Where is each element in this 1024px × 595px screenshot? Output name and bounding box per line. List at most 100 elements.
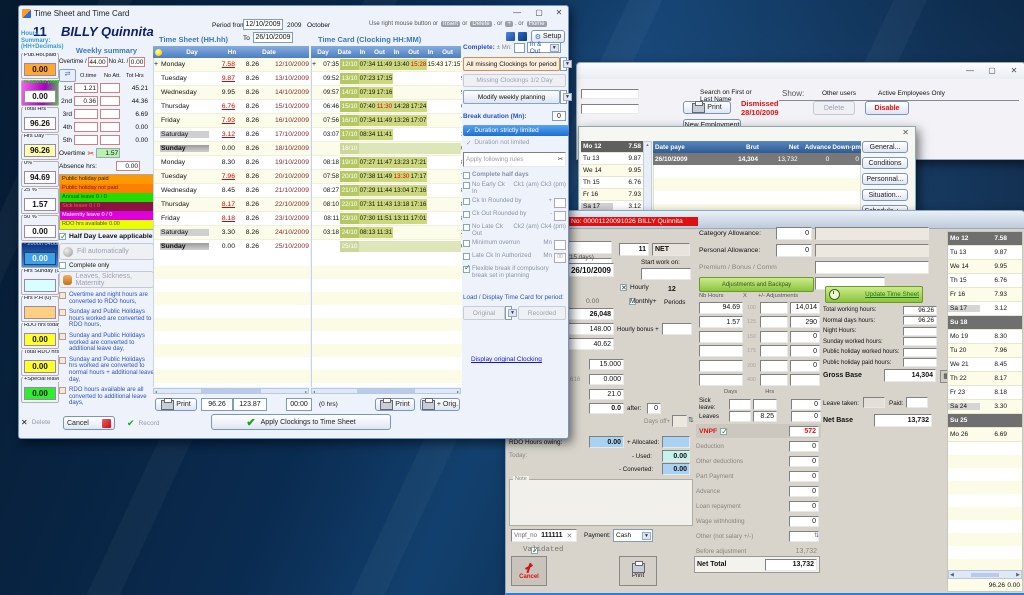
print-card-button[interactable]: Print <box>375 398 415 411</box>
side-button[interactable]: Conditions <box>862 157 908 169</box>
rule-checkbox[interactable] <box>463 240 470 247</box>
clocking-cell[interactable] <box>376 241 393 252</box>
rule-row[interactable]: Minimum overrun Mn <box>463 240 566 250</box>
rule-row[interactable]: Ck Out Rounded by - <box>463 211 566 221</box>
sick-days-field[interactable] <box>729 399 751 410</box>
rule-checkbox[interactable] <box>463 211 470 218</box>
adjust-input[interactable] <box>760 302 788 314</box>
clocking-cell[interactable] <box>410 87 427 98</box>
clocking-cell[interactable] <box>444 157 461 168</box>
deduction-row[interactable]: Deduction 0 <box>696 439 819 454</box>
option-checkbox[interactable] <box>59 357 66 364</box>
bulb-icon[interactable] <box>155 49 162 56</box>
day-row[interactable]: We 21 8.45 <box>948 358 1022 372</box>
rule-row[interactable]: No Early Ck In Ck1 (am) Ck3 (pm) <box>463 182 566 195</box>
sheet-row[interactable]: Thursday 8.17 8.26 22/10/2009 <box>154 198 310 212</box>
field-0000[interactable]: 0.000 <box>589 374 624 385</box>
day-row[interactable]: Su 18 <box>948 316 1022 330</box>
deduction-row[interactable]: Other (not salary +/-) <box>696 529 819 544</box>
clocking-cell[interactable]: 07:34 <box>359 115 376 126</box>
clocking-cell[interactable]: 11:49 <box>376 115 393 126</box>
day-row[interactable]: Mo 12 7.58 <box>948 232 1022 246</box>
adjust-input[interactable] <box>760 316 788 328</box>
clocking-cell[interactable]: 14:28 <box>393 101 410 112</box>
clocking-cell[interactable]: 11:49 <box>376 59 393 70</box>
nb-hours-row[interactable]: 400 <box>699 374 821 387</box>
rule-value-box[interactable] <box>554 198 566 208</box>
hours-field[interactable] <box>699 345 743 357</box>
day-row[interactable]: Tu 13 9.87 <box>948 246 1022 260</box>
sheet-row[interactable]: Wednesday 8.45 8.26 21/10/2009 <box>154 184 310 198</box>
clocking-cell[interactable]: 17:16 <box>376 87 393 98</box>
option-checkbox[interactable] <box>59 387 66 394</box>
noatt-field[interactable] <box>100 83 120 93</box>
clocking-cell[interactable]: 17:21 <box>410 157 427 168</box>
sick-hrs-field[interactable] <box>753 399 777 410</box>
day-hours[interactable]: 3.30 <box>209 229 235 236</box>
day-row[interactable]: We 14 9.95 <box>948 260 1022 274</box>
adjust-input[interactable] <box>760 374 788 386</box>
vnpf-no-field[interactable]: Vnpf_no 111111 ✕ <box>511 529 577 542</box>
rule-checkbox[interactable] <box>463 266 470 273</box>
day-row[interactable]: Mo 12 7.58 <box>581 141 643 153</box>
day-hours[interactable]: 8.18 <box>209 215 235 222</box>
clocking-cell[interactable] <box>427 73 444 84</box>
adjustments-button[interactable]: Adjustments and Backpay <box>699 277 814 292</box>
clocking-cell[interactable] <box>427 241 444 252</box>
clocking-cell[interactable]: 15:28 <box>410 59 427 70</box>
otime-field[interactable]: 1.21 <box>74 83 98 93</box>
disable-button[interactable]: Disable <box>865 101 909 115</box>
otime-field[interactable]: 0.36 <box>74 96 98 106</box>
conversion-option[interactable]: Sunday and Public Holidays worked are co… <box>59 333 154 353</box>
day-hours[interactable]: 9.95 <box>209 89 235 96</box>
deduction-row[interactable]: Advance 0 <box>696 484 819 499</box>
noatt-field[interactable] <box>100 96 120 106</box>
option-checkbox[interactable] <box>59 333 66 340</box>
cancel-button[interactable]: Cancel <box>63 416 115 430</box>
card-row[interactable]: 08:27 21/10 07:2911:4413:0417:16 8.45 <box>312 184 462 198</box>
close-icon[interactable]: ✕ <box>552 8 566 17</box>
day-row[interactable]: Tu 20 7.96 <box>948 344 1022 358</box>
col-advance[interactable]: Advance <box>799 144 831 151</box>
card-row[interactable]: 09:52 13/10 07:2317:15 9.87 <box>312 72 462 86</box>
rule-value-box[interactable] <box>554 240 566 250</box>
hours-field[interactable] <box>699 360 743 372</box>
update-timesheet-button[interactable]: Update Time Sheet <box>825 286 923 303</box>
orig-button[interactable]: + Orig. <box>420 398 460 411</box>
clocking-cell[interactable] <box>427 87 444 98</box>
clocking-cell[interactable] <box>444 185 461 196</box>
card-row[interactable]: 07:56 16/10 07:3411:4913:2617:07 7.93 <box>312 114 462 128</box>
clocking-cell[interactable]: 13:30 <box>393 171 410 182</box>
clocking-cell[interactable]: 17:15 <box>376 73 393 84</box>
clocking-cell[interactable]: 13:26 <box>393 115 410 126</box>
mn-field[interactable] <box>514 43 525 53</box>
day-row[interactable]: Fr 23 8.18 <box>948 386 1022 400</box>
close-icon[interactable]: ✕ <box>1007 66 1021 75</box>
day-row[interactable]: Sa 24 3.30 <box>948 400 1022 414</box>
clocking-cell[interactable]: 13:18 <box>393 199 410 210</box>
side-button[interactable]: General... <box>862 141 908 153</box>
card-row[interactable]: 18/10 0.00 <box>312 142 462 156</box>
sheet-row[interactable]: Sunday 0.00 8.26 18/10/2009 <box>154 142 310 156</box>
clocking-cell[interactable] <box>393 143 410 154</box>
nb-hours-row[interactable]: 94.69 100 14,014 <box>699 301 821 314</box>
day-row[interactable]: We 14 9.95 <box>581 165 643 177</box>
delete-button[interactable]: Delete <box>813 101 855 115</box>
clocking-cell[interactable] <box>444 241 461 252</box>
card-row[interactable]: 25/10 0.00 <box>312 240 462 254</box>
day-hours[interactable]: 6.76 <box>209 103 235 110</box>
clocking-cell[interactable] <box>410 73 427 84</box>
hours-field[interactable] <box>699 374 743 386</box>
rule-checkbox[interactable] <box>463 182 470 189</box>
sheet-header[interactable]: Day Hn Date <box>153 46 309 58</box>
break-duration-field[interactable]: 0 <box>552 111 566 121</box>
clear-icon[interactable]: ✕ <box>567 532 573 540</box>
clocking-cell[interactable]: 08:34 <box>359 129 376 140</box>
otime-field[interactable] <box>74 122 98 132</box>
card-row[interactable]: 07:58 20/10 07:3811:4913:3017:17 7.96 <box>312 170 462 184</box>
spinner-arrows-icon[interactable]: ⇅ <box>688 416 694 424</box>
apply-clockings-button[interactable]: ✔ Apply Clockings to Time Sheet <box>211 414 391 430</box>
day-row[interactable]: Mo 19 8.30 <box>948 330 1022 344</box>
payment-dropdown[interactable]: Cash <box>613 529 653 542</box>
clocking-cell[interactable] <box>427 171 444 182</box>
